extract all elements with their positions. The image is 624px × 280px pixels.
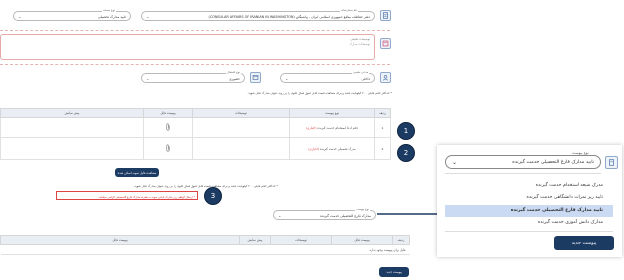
document-type-select[interactable]: تایید مدارک تحصیلی ⌄: [13, 11, 131, 21]
paperclip-icon[interactable]: [165, 144, 171, 152]
description-cell[interactable]: [192, 137, 290, 160]
option-transcripts[interactable]: تایید ریز نمرات دانشگاهی خدمت گیرنده: [445, 192, 613, 204]
applicant-icon: [380, 72, 391, 83]
chevron-down-icon: ⌄: [452, 159, 458, 166]
row-number: 2: [374, 137, 391, 160]
mandatory-warning: * ارسال گواهی زیر مدارک پایانی نمونه به …: [56, 191, 198, 200]
attachment-type: مدرک تحصیلی خدمت گیرنده: [319, 146, 356, 151]
applicant-label: مدعی ملیحی: [352, 70, 370, 74]
preview-cell: [0, 137, 144, 160]
issuer-select[interactable]: حضوری ⌄: [141, 73, 245, 83]
attachment-type-icon: [605, 156, 618, 169]
table-row: 1 حکم ادعا استخدام خدمت گیرنده (اجباری): [0, 117, 391, 138]
attachment-type-label: نوع پیوست: [355, 207, 370, 211]
table-header-row: ردیف نوع پیوست توضیحات پیوست فایل پیش نم…: [0, 108, 391, 118]
preview-cell: [0, 117, 144, 138]
required-tag: (اجباری): [305, 125, 317, 130]
agency-label: نام سفارتخانه: [340, 8, 358, 12]
upload-size-note: * حداکثر حجم فایلی ۲۰۰ کیلوبایت باشد و ب…: [133, 184, 278, 188]
column-header: پیوست فایل: [143, 108, 193, 118]
column-header: ردیف: [374, 108, 391, 118]
attachment-type-cell[interactable]: حکم ادعا استخدام خدمت گیرنده (اجباری): [289, 117, 375, 138]
paperclip-icon[interactable]: [165, 123, 171, 131]
required-tag: (اجباری): [308, 146, 319, 151]
attach-file-cell[interactable]: [143, 117, 193, 138]
chevron-down-icon: ⌄: [18, 14, 22, 19]
view-sample-button[interactable]: مشاهده فایل نمونه اسکن شده: [115, 168, 159, 177]
table-header-row: ردیف پیوست فایل توضیحات پیش نمایش پیوست …: [0, 235, 410, 245]
document-type-icon: [380, 10, 391, 21]
new-attachments-table: ردیف پیوست فایل توضیحات پیش نمایش پیوست …: [0, 235, 410, 255]
issuer-label: نوع اشتغال: [226, 70, 241, 74]
description-placeholder: توضیحات مدارک: [349, 42, 370, 46]
attachment-type-dropdown-zoom: تایید مدارک فارغ التحصیلی خدمت گیرنده ⌄ …: [437, 145, 622, 257]
chevron-down-icon: ⌄: [146, 76, 150, 81]
new-attachment-button[interactable]: پیوست جدید: [379, 267, 409, 277]
option-graduation-selected[interactable]: تایید مدارک فارغ التحصیلی خدمت گیرنده: [445, 205, 613, 217]
option-employment[interactable]: مدرک شیعه استخدام خدمت گیرنده: [445, 180, 613, 192]
chevron-down-icon: ⌄: [278, 213, 282, 218]
attach-file-cell[interactable]: [143, 137, 193, 160]
attachments-table: ردیف نوع پیوست توضیحات پیوست فایل پیش نم…: [0, 108, 391, 160]
attachment-type-cell[interactable]: مدرک تحصیلی خدمت گیرنده (اجباری): [289, 137, 375, 160]
column-header: پیش نمایش: [0, 108, 144, 118]
step-badge-1: 1: [397, 122, 415, 140]
applicant-select[interactable]: داخلی ⌄: [280, 73, 375, 83]
description-textarea[interactable]: توضیحات تکمیلی توضیحات مدارک: [0, 34, 375, 60]
column-header: توضیحات: [192, 108, 290, 118]
applicant-value: داخلی: [361, 77, 371, 81]
description-icon: [380, 38, 391, 49]
column-header: پیوست فایل: [331, 235, 393, 245]
column-header: ردیف: [392, 235, 410, 245]
divider: [0, 64, 390, 65]
divider: [0, 30, 390, 31]
popup-attachment-type-select[interactable]: تایید مدارک فارغ التحصیلی خدمت گیرنده ⌄: [445, 155, 601, 169]
document-type-label: نوع مستند: [102, 8, 116, 12]
attachment-type: حکم ادعا استخدام خدمت گیرنده: [317, 125, 359, 130]
divider: [445, 173, 601, 174]
issuer-icon: [250, 72, 261, 83]
empty-message: فایل برای پیوست وجود ندارد.: [0, 244, 410, 255]
mandatory-warning-text: * ارسال گواهی زیر مدارک پایانی نمونه به …: [98, 194, 195, 199]
document-type-value: تایید مدارک تحصیلی: [97, 15, 126, 19]
popup-select-label: نوع پیوست: [571, 151, 590, 155]
table-row: 2 مدرک تحصیلی خدمت گیرنده (اجباری): [0, 137, 391, 160]
popup-select-value: تایید مدارک فارغ التحصیلی خدمت گیرنده: [512, 160, 594, 165]
empty-row: فایل برای پیوست وجود ندارد.: [0, 244, 410, 255]
chevron-down-icon: ⌄: [146, 14, 150, 19]
step-badge-2: 2: [397, 144, 415, 162]
description-label: توضیحات تکمیلی: [350, 37, 370, 41]
column-header: پیش نمایش: [239, 235, 271, 245]
attachment-type-select[interactable]: مدارک فارغ التحصیلی خدمت گیرنده ⌄: [273, 210, 376, 220]
upload-size-note: * حداکثر حجم فایلی ۲۰۰ کیلوبایت باشد و ب…: [247, 91, 392, 95]
column-header: پیوست فایل: [0, 235, 240, 245]
column-header: توضیحات: [270, 235, 332, 245]
attachment-type-value: مدارک فارغ التحصیلی خدمت گیرنده: [320, 214, 371, 218]
popup-new-attachment-button[interactable]: پیوست جدید: [554, 236, 614, 250]
step-badge-3: 3: [204, 187, 222, 205]
divider: [445, 231, 613, 232]
chevron-down-icon: ⌄: [285, 76, 289, 81]
description-cell[interactable]: [192, 117, 290, 138]
issuer-value: حضوری: [228, 77, 240, 81]
option-student[interactable]: مدارک دانش آموزی خدمت گیرنده: [445, 217, 613, 229]
row-number: 1: [374, 117, 391, 138]
agency-value: دفتر حفاظت منافع جمهوری اسلامی ایران - و…: [208, 15, 371, 19]
column-header: نوع پیوست: [289, 108, 375, 118]
agency-select[interactable]: دفتر حفاظت منافع جمهوری اسلامی ایران - و…: [141, 11, 375, 21]
